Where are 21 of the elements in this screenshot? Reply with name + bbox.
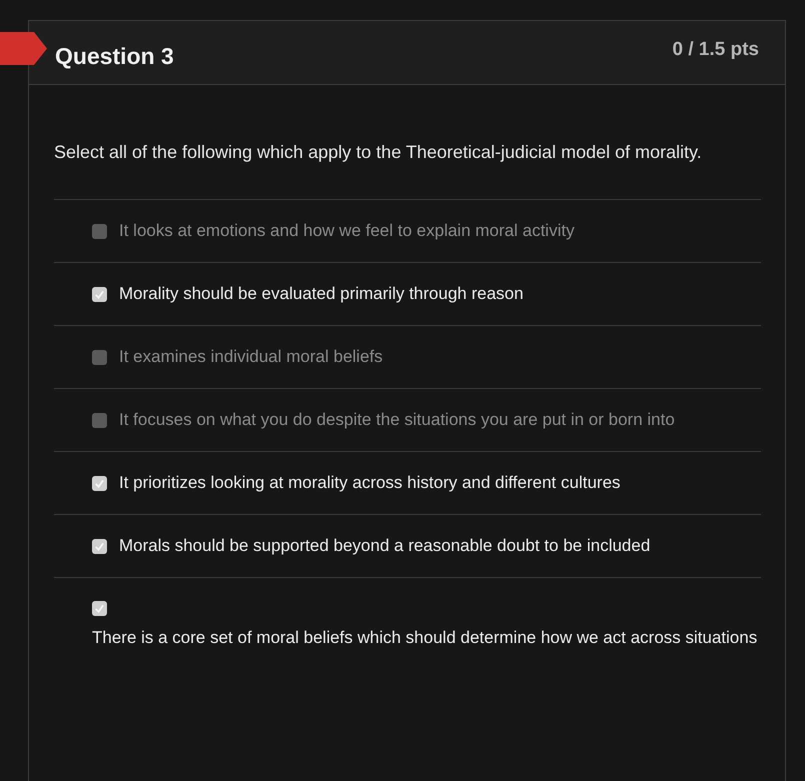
option-label: Morals should be supported beyond a reasonable doubt to be included — [119, 535, 650, 558]
checkbox[interactable] — [92, 412, 107, 428]
checkmark-icon — [94, 540, 105, 552]
checkmark-icon — [94, 603, 105, 614]
question-title: Question 3 — [55, 42, 174, 71]
checkbox[interactable] — [92, 538, 107, 554]
option-label: It examines individual moral beliefs — [119, 346, 383, 368]
checkbox[interactable] — [92, 476, 107, 490]
question-prompt: Select all of the following which apply to the Theoretical-judicial model of morality. — [54, 141, 703, 164]
checkmark-icon — [94, 478, 105, 488]
checkbox[interactable] — [92, 224, 107, 238]
checkbox[interactable] — [92, 601, 107, 616]
points-text: 0 / 1.5 pts — [672, 38, 759, 62]
option-label: It looks at emotions and how we feel to explain moral activity — [119, 220, 574, 242]
checkbox[interactable] — [92, 286, 107, 302]
option-label: Morality should be evaluated primarily through reason — [119, 283, 524, 306]
option-label: There is a core set of moral beliefs which should determine how we act across situations — [92, 627, 758, 649]
option-label: It prioritizes looking at morality across history and different cultures — [119, 472, 620, 494]
checkbox[interactable] — [92, 350, 107, 364]
option-label: It focuses on what you do despite the situations you are put in or born into — [119, 409, 675, 432]
checkmark-icon — [94, 288, 105, 300]
